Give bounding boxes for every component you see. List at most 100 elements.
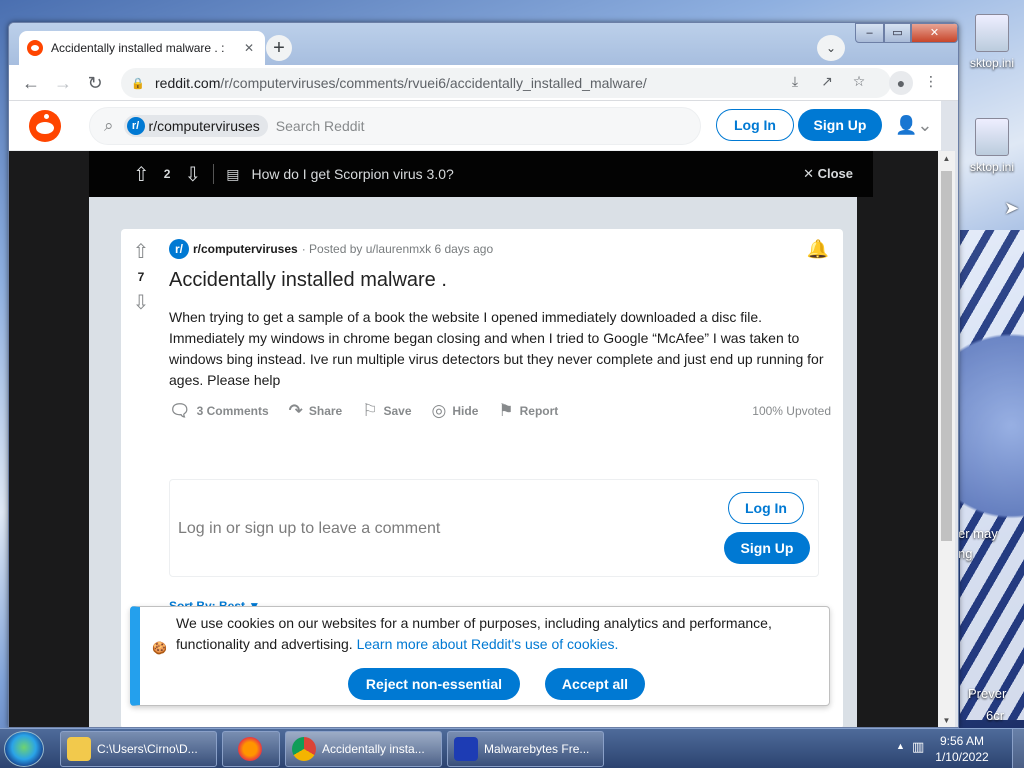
eye-slash-icon: ◎ — [431, 401, 447, 420]
close-post-button[interactable]: ✕ Close — [803, 166, 853, 182]
taskbar-label: Malwarebytes Fre... — [484, 742, 590, 756]
save-button[interactable]: ⚐ Save — [362, 401, 411, 421]
taskbar-malwarebytes[interactable]: Malwarebytes Fre... — [447, 731, 604, 767]
title-bar: Accidentally installed malware . : ✕ + ⌄… — [9, 23, 958, 65]
share-icon[interactable]: ↗ — [817, 73, 837, 90]
forward-button[interactable]: → — [51, 71, 75, 95]
post-actions: 🗨 3 Comments ↷ Share ⚐ Save ◎ Hide ⚑ Report 1… — [169, 401, 831, 421]
clock-time: 9:56 AM — [939, 734, 985, 748]
desktop-wallpaper-art — [960, 230, 1024, 720]
reload-button[interactable]: ↻ — [83, 71, 107, 95]
comment-icon: 🗨 — [169, 401, 191, 420]
mouse-cursor-icon: ➤ — [1004, 198, 1020, 218]
clock[interactable]: 9:56 AM 1/10/2022 — [930, 733, 994, 765]
comment-login-message: Log in or sign up to leave a comment — [178, 520, 441, 537]
post-title: Accidentally installed malware . — [169, 269, 447, 291]
desktop-bg-text: 6cr — [986, 708, 1005, 723]
vertical-scrollbar[interactable]: ▲ ▼ — [938, 151, 955, 727]
show-desktop-button[interactable] — [1012, 729, 1024, 768]
upvoted-percentage: 100% Upvoted — [752, 404, 831, 418]
subreddit-chip-label: r/computerviruses — [148, 118, 260, 134]
post-bar-vote-count: 2 — [163, 167, 171, 181]
search-input[interactable]: ⌕ r/ r/computerviruses Search Reddit — [89, 107, 701, 145]
close-label: Close — [817, 166, 853, 181]
address-bar[interactable]: 🔒 reddit.com /r/computerviruses/comments… — [121, 68, 891, 98]
signup-button[interactable]: Sign Up — [798, 109, 882, 141]
close-window-button[interactable]: ✕ — [911, 23, 958, 43]
search-icon: ⌕ — [104, 116, 114, 135]
browser-tab[interactable]: Accidentally installed malware . : ✕ — [19, 31, 265, 65]
upvote-icon[interactable]: ⇧ — [121, 239, 161, 264]
downvote-icon[interactable]: ⇩ — [184, 162, 201, 187]
accept-cookies-button[interactable]: Accept all — [545, 668, 645, 700]
profile-icon[interactable]: ● — [889, 71, 913, 95]
report-button[interactable]: ⚑ Report — [498, 401, 558, 421]
post-document-icon: ▤ — [226, 165, 240, 182]
chrome-icon — [292, 737, 316, 761]
browser-toolbar: ← → ↻ 🔒 reddit.com /r/computerviruses/co… — [9, 65, 958, 101]
scroll-up-icon[interactable]: ▲ — [938, 151, 955, 167]
cookie-text: We use cookies on our websites for a num… — [176, 613, 826, 655]
desktop-bg-text: ng — [958, 546, 973, 561]
comments-button[interactable]: 🗨 3 Comments — [169, 401, 269, 421]
menu-icon[interactable]: ⋮ — [921, 73, 941, 90]
reject-cookies-button[interactable]: Reject non-essential — [348, 668, 520, 700]
minimize-button[interactable]: ‒ — [855, 23, 884, 43]
post-body: When trying to get a sample of a book th… — [169, 309, 824, 388]
post-bar-title: How do I get Scorpion virus 3.0? — [251, 166, 454, 182]
show-hidden-icons-icon[interactable]: ▲ — [896, 741, 905, 751]
subreddit-link[interactable]: r/computerviruses — [193, 242, 298, 256]
desktop-icon-2[interactable]: sktop.ini — [960, 118, 1024, 174]
taskbar-chrome[interactable]: Accidentally insta... — [285, 731, 442, 767]
tab-close-icon[interactable]: ✕ — [241, 41, 257, 55]
desktop-bg-text: er may — [958, 526, 998, 541]
reddit-header: ⌕ r/ r/computerviruses Search Reddit Log… — [9, 101, 941, 151]
cookie-policy-link[interactable]: Learn more about Reddit's use of cookies… — [357, 636, 619, 652]
system-tray: ▲ ▥ 9:56 AM 1/10/2022 — [890, 729, 1024, 768]
downvote-icon[interactable]: ⇩ — [121, 290, 161, 315]
post-meta: r/ r/computerviruses · Posted by u/laure… — [169, 239, 493, 259]
back-button[interactable]: ← — [19, 71, 43, 95]
vote-column: ⇧ 7 ⇩ — [121, 229, 161, 315]
install-icon[interactable]: ⤓ — [785, 73, 805, 90]
comments-label: 3 Comments — [196, 404, 269, 418]
user-menu-icon[interactable]: 👤⌄ — [895, 115, 933, 136]
new-tab-button[interactable]: + — [266, 35, 292, 61]
bell-icon[interactable]: 🔔 — [807, 239, 829, 260]
file-icon — [975, 14, 1009, 52]
comment-login-button[interactable]: Log In — [728, 492, 804, 524]
reddit-logo-icon[interactable] — [29, 110, 61, 142]
comment-login-box: Log in or sign up to leave a comment Log… — [169, 479, 819, 577]
subreddit-chip[interactable]: r/ r/computerviruses — [123, 115, 268, 137]
clock-date: 1/10/2022 — [935, 750, 989, 764]
save-label: Save — [383, 404, 412, 418]
tab-search-button[interactable]: ⌄ — [817, 35, 845, 61]
taskbar-explorer[interactable]: C:\Users\Cirno\D... — [60, 731, 217, 767]
cookie-banner: 🍪 We use cookies on our websites for a n… — [130, 606, 830, 706]
reddit-favicon-icon — [27, 40, 43, 56]
taskbar-firefox[interactable] — [222, 731, 280, 767]
hide-button[interactable]: ◎ Hide — [432, 401, 479, 421]
share-icon: ↷ — [288, 401, 303, 420]
folder-icon — [67, 737, 91, 761]
taskbar-label: Accidentally insta... — [322, 742, 425, 756]
post-top-bar: ⇧ 2 ⇩ ▤ How do I get Scorpion virus 3.0?… — [89, 151, 873, 197]
scrollbar-thumb[interactable] — [941, 171, 952, 541]
desktop-icon-1[interactable]: sktop.ini — [960, 14, 1024, 70]
scroll-down-icon[interactable]: ▼ — [938, 713, 955, 727]
start-button[interactable] — [4, 731, 44, 767]
tab-title: Accidentally installed malware . : — [51, 41, 225, 55]
file-icon — [975, 118, 1009, 156]
login-button[interactable]: Log In — [716, 109, 794, 141]
bookmark-icon: ⚐ — [362, 401, 378, 420]
cookie-icon: 🍪 — [152, 641, 167, 655]
share-button[interactable]: ↷ Share — [289, 401, 343, 421]
taskbar: C:\Users\Cirno\D... Accidentally insta..… — [0, 728, 1024, 768]
star-icon[interactable]: ☆ — [849, 73, 869, 90]
maximize-button[interactable]: ▭ — [884, 23, 911, 43]
upvote-icon[interactable]: ⇧ — [133, 162, 150, 187]
network-icon[interactable]: ▥ — [912, 739, 924, 755]
desktop-icon-label: sktop.ini — [969, 160, 1015, 174]
subreddit-avatar-icon: r/ — [126, 117, 145, 135]
comment-signup-button[interactable]: Sign Up — [724, 532, 810, 564]
